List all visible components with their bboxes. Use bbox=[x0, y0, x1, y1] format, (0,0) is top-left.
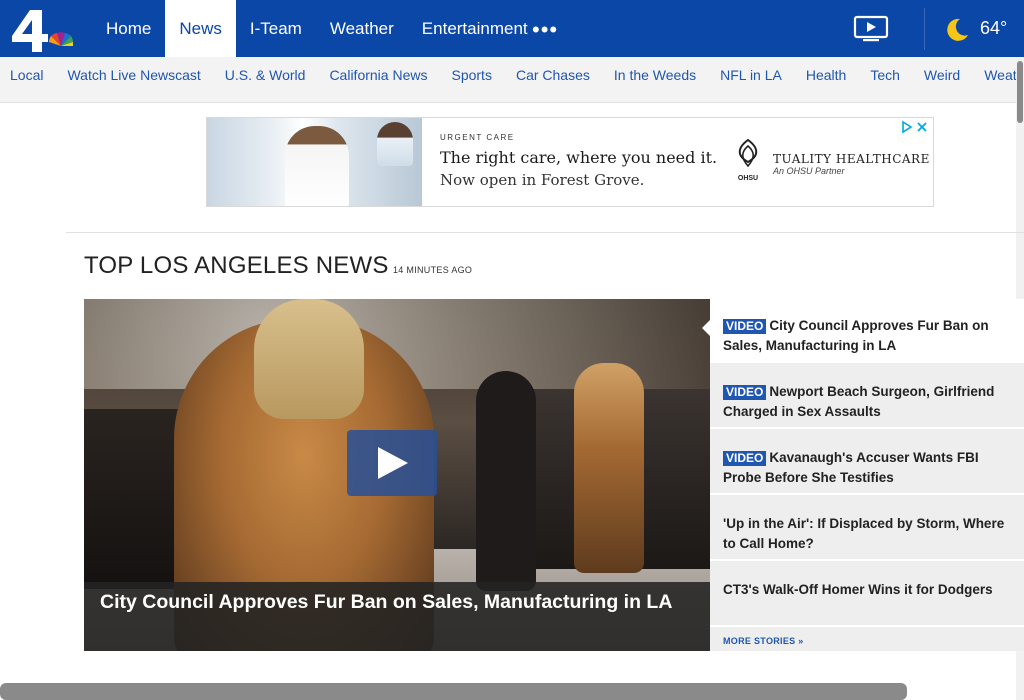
video-badge: VIDEO bbox=[723, 451, 767, 466]
moon-weather-icon[interactable] bbox=[942, 16, 970, 44]
nav-divider bbox=[924, 8, 925, 50]
vertical-scrollbar-thumb[interactable] bbox=[1017, 61, 1023, 123]
story-item[interactable]: VIDEO Kavanaugh's Accuser Wants FBI Probe… bbox=[710, 431, 1024, 495]
hero-image-person-fur bbox=[574, 363, 644, 573]
story-text[interactable]: 'Up in the Air': If Displaced by Storm, … bbox=[723, 514, 1019, 554]
subnav-car-chases[interactable]: Car Chases bbox=[516, 57, 590, 103]
nav-home[interactable]: Home bbox=[92, 0, 165, 57]
main-nav: Home News I-Team Weather Entertainment bbox=[92, 0, 542, 57]
hero-image-person-dark bbox=[476, 371, 536, 591]
ad-photo bbox=[207, 118, 422, 206]
story-title[interactable]: 'Up in the Air': If Displaced by Storm, … bbox=[723, 516, 1004, 551]
ohsu-logo-icon: OHSU bbox=[738, 138, 758, 182]
play-button[interactable] bbox=[347, 430, 437, 496]
subnav-nfl-in-la[interactable]: NFL in LA bbox=[720, 57, 782, 103]
subnav-california[interactable]: California News bbox=[329, 57, 427, 103]
ad-photo-doctor bbox=[285, 126, 349, 206]
video-badge: VIDEO bbox=[723, 319, 767, 334]
subnav-watch-live[interactable]: Watch Live Newscast bbox=[67, 57, 200, 103]
subnav-us-world[interactable]: U.S. & World bbox=[225, 57, 306, 103]
advertisement-banner[interactable]: URGENT CARE The right care, where you ne… bbox=[206, 117, 934, 207]
sub-nav-list: Local Watch Live Newscast U.S. & World C… bbox=[10, 57, 1024, 103]
sub-nav-bar: Local Watch Live Newscast U.S. & World C… bbox=[0, 57, 1024, 103]
ad-eyebrow: URGENT CARE bbox=[440, 133, 515, 142]
nav-news[interactable]: News bbox=[165, 0, 236, 57]
horizontal-scrollbar[interactable] bbox=[0, 683, 907, 700]
subnav-health[interactable]: Health bbox=[806, 57, 846, 103]
story-item[interactable]: VIDEO City Council Approves Fur Ban on Sa… bbox=[702, 299, 1024, 363]
nav-entertainment[interactable]: Entertainment bbox=[408, 0, 542, 57]
more-menu-icon[interactable]: ••• bbox=[532, 19, 558, 41]
story-text[interactable]: VIDEO Kavanaugh's Accuser Wants FBI Probe… bbox=[723, 448, 1019, 488]
ad-choices-icon[interactable] bbox=[901, 120, 929, 134]
section-timestamp: 14 MINUTES AGO bbox=[393, 265, 473, 275]
ad-brand-name: TUALITY HEALTHCARE bbox=[773, 152, 930, 166]
section-title[interactable]: TOP LOS ANGELES NEWS bbox=[84, 252, 389, 280]
ad-headline: The right care, where you need it. bbox=[440, 148, 718, 167]
ohsu-logo-text: OHSU bbox=[738, 175, 758, 182]
story-text[interactable]: VIDEO City Council Approves Fur Ban on Sa… bbox=[723, 316, 1019, 356]
hero-video[interactable]: City Council Approves Fur Ban on Sales, … bbox=[84, 299, 710, 651]
story-item[interactable]: CT3's Walk-Off Homer Wins it for Dodgers bbox=[710, 563, 1024, 627]
section-divider bbox=[66, 232, 1024, 233]
nav-i-team[interactable]: I-Team bbox=[236, 0, 316, 57]
play-icon bbox=[378, 447, 408, 479]
story-title[interactable]: CT3's Walk-Off Homer Wins it for Dodgers bbox=[723, 582, 993, 597]
story-text[interactable]: CT3's Walk-Off Homer Wins it for Dodgers bbox=[723, 580, 1019, 600]
nav-weather[interactable]: Weather bbox=[316, 0, 408, 57]
more-stories-link[interactable]: MORE STORIES » bbox=[723, 636, 804, 646]
subnav-in-the-weeds[interactable]: In the Weeds bbox=[614, 57, 696, 103]
active-story-pointer bbox=[702, 319, 711, 337]
subnav-weird[interactable]: Weird bbox=[924, 57, 960, 103]
ad-brand-tagline: An OHSU Partner bbox=[773, 166, 845, 176]
subnav-sports[interactable]: Sports bbox=[451, 57, 491, 103]
hero-headline[interactable]: City Council Approves Fur Ban on Sales, … bbox=[100, 591, 696, 614]
temperature-readout[interactable]: 64° bbox=[980, 18, 1007, 39]
subnav-tech[interactable]: Tech bbox=[870, 57, 900, 103]
hero-image-hair bbox=[254, 299, 364, 419]
ad-photo-nurse bbox=[377, 122, 413, 166]
live-tv-icon[interactable] bbox=[853, 15, 889, 43]
hero-caption[interactable]: City Council Approves Fur Ban on Sales, … bbox=[84, 582, 710, 651]
top-nav-bar: Home News I-Team Weather Entertainment •… bbox=[0, 0, 1024, 57]
story-item[interactable]: 'Up in the Air': If Displaced by Storm, … bbox=[710, 497, 1024, 561]
subnav-local[interactable]: Local bbox=[10, 57, 43, 103]
story-text[interactable]: VIDEO Newport Beach Surgeon, Girlfriend C… bbox=[723, 382, 1019, 422]
nbc4-logo[interactable] bbox=[8, 6, 78, 54]
top-stories-list: VIDEO City Council Approves Fur Ban on Sa… bbox=[702, 299, 1024, 651]
video-badge: VIDEO bbox=[723, 385, 767, 400]
story-item[interactable]: VIDEO Newport Beach Surgeon, Girlfriend C… bbox=[710, 365, 1024, 429]
ad-subline: Now open in Forest Grove. bbox=[440, 171, 645, 189]
